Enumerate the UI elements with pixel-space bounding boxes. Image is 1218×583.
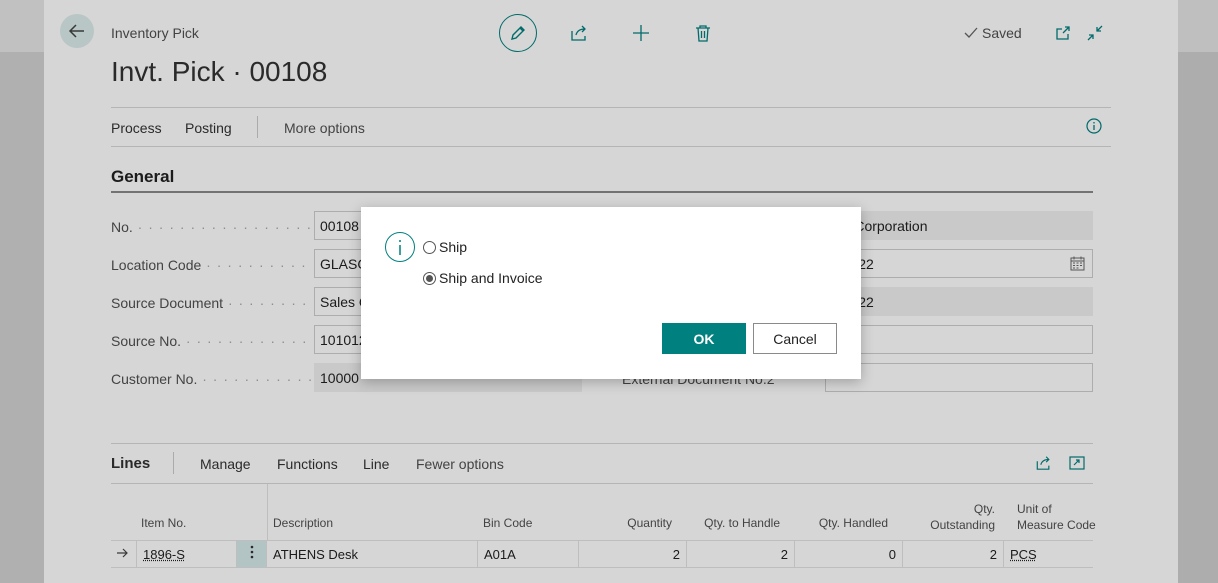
cancel-button[interactable]: Cancel: [753, 323, 837, 354]
option-ship-label: Ship: [439, 239, 468, 255]
option-ship[interactable]: Ship: [423, 239, 467, 255]
radio-ship-and-invoice[interactable]: [423, 271, 436, 285]
option-ship-and-invoice[interactable]: Ship and Invoice: [423, 270, 543, 286]
post-dialog: Ship Ship and Invoice OK Cancel: [361, 207, 861, 379]
option-ship-and-invoice-label: Ship and Invoice: [439, 270, 543, 286]
radio-ship[interactable]: [423, 240, 436, 254]
dialog-info-icon: [385, 232, 415, 262]
ok-button[interactable]: OK: [662, 323, 746, 354]
